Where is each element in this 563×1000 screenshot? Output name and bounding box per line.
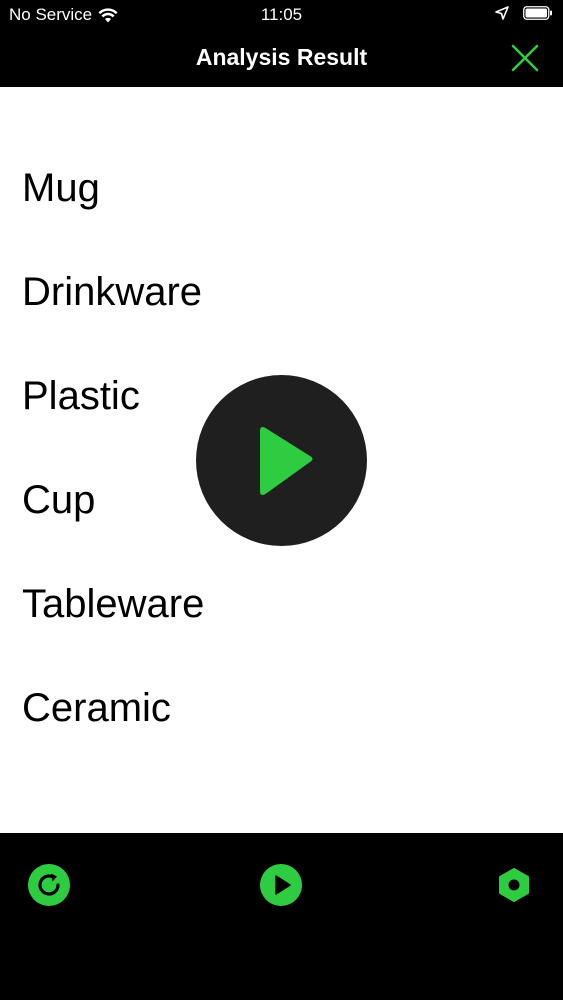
play-button[interactable] bbox=[259, 863, 303, 907]
list-item: Ceramic bbox=[22, 686, 171, 730]
status-bar: No Service 11:05 bbox=[0, 0, 563, 30]
close-icon bbox=[511, 44, 539, 72]
list-item: Tableware bbox=[22, 582, 205, 626]
hexagon-gear-icon bbox=[499, 868, 529, 902]
battery-icon bbox=[523, 6, 552, 20]
list-item: Cup bbox=[22, 478, 96, 522]
play-overlay-button[interactable] bbox=[196, 375, 367, 546]
page-title: Analysis Result bbox=[195, 44, 368, 70]
refresh-button[interactable] bbox=[27, 863, 71, 907]
status-right bbox=[495, 6, 553, 20]
play-icon bbox=[260, 864, 302, 906]
bottom-toolbar bbox=[0, 833, 563, 1000]
close-button[interactable] bbox=[509, 42, 541, 74]
list-item: Mug bbox=[22, 166, 100, 210]
play-icon bbox=[259, 426, 312, 495]
settings-button[interactable] bbox=[492, 863, 536, 907]
list-item: Drinkware bbox=[22, 270, 203, 314]
result-list: Mug Drinkware Plastic Cup Tableware Cera… bbox=[22, 159, 204, 783]
list-item: Plastic bbox=[22, 374, 140, 418]
results-content: Mug Drinkware Plastic Cup Tableware Cera… bbox=[0, 87, 563, 833]
nav-bar: Analysis Result bbox=[0, 30, 563, 87]
location-arrow-icon bbox=[495, 6, 509, 20]
refresh-icon bbox=[28, 864, 70, 906]
status-time: 11:05 bbox=[260, 5, 303, 24]
app-screen: No Service 11:05 Analysis Result Mug Dri… bbox=[0, 0, 563, 1000]
